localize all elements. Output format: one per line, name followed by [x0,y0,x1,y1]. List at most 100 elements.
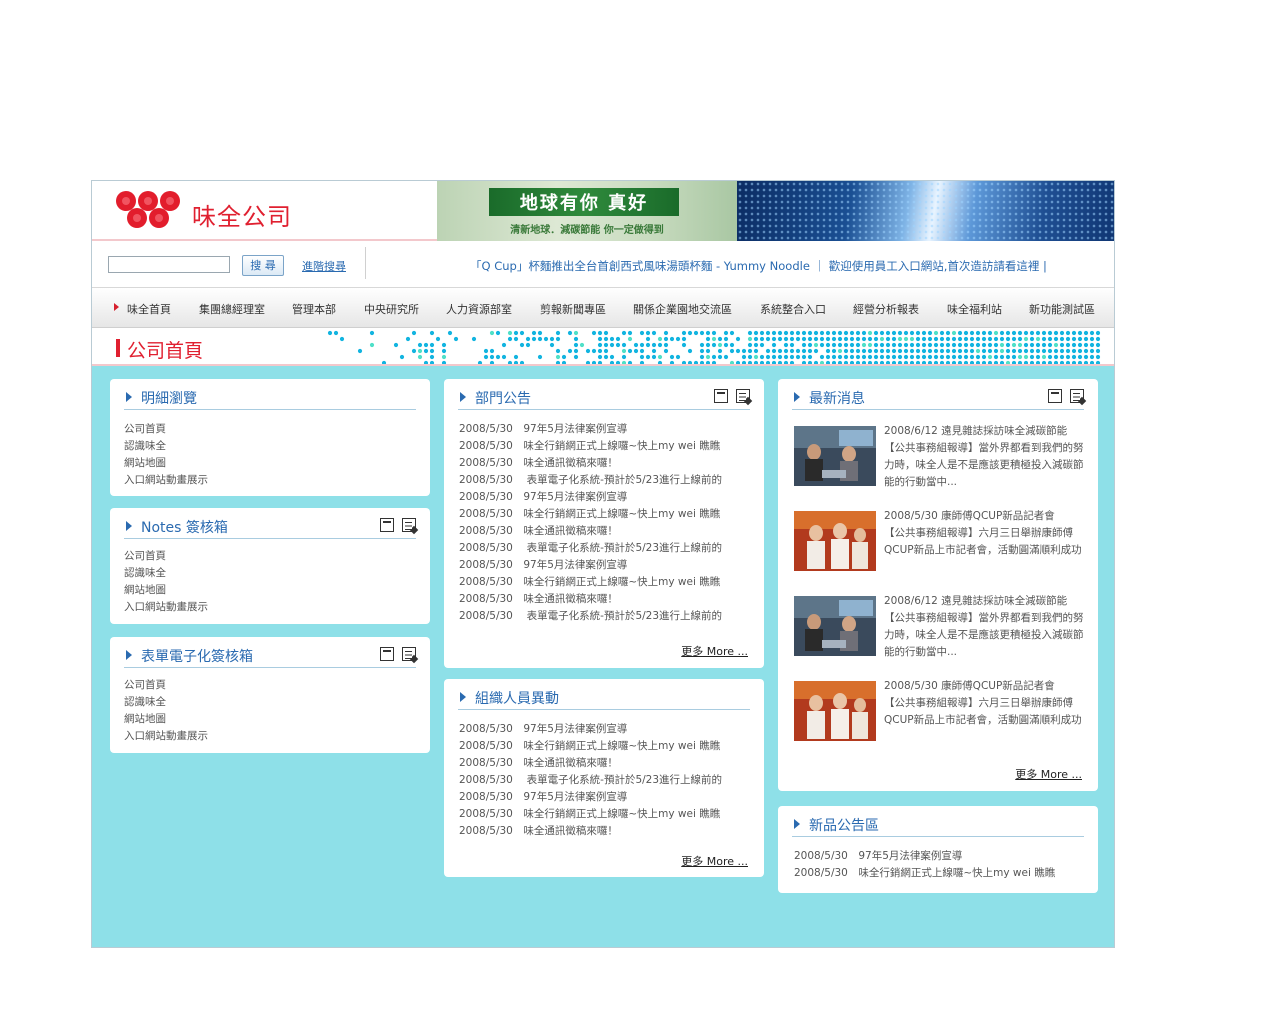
edit-icon[interactable] [1070,389,1084,403]
panel-header: 明細瀏覽 [124,387,416,410]
more-link[interactable]: 更多 More ... [1015,766,1082,782]
search-button[interactable]: 搜 尋 [242,255,284,276]
list-item[interactable]: 2008/5/30 97年5月法律案例宣導 [459,489,722,506]
list-item[interactable]: 2008/5/30 味全通訊徵稿來囉！ [459,591,722,608]
main-content: 明細瀏覽 公司首頁 認識味全 網站地圖 入口網站動畫展示 Notes 簽核箱 公… [92,366,1114,947]
notes-panel: Notes 簽核箱 公司首頁 認識味全 網站地圖 入口網站動畫展示 [110,508,430,624]
news-text: 2008/5/30 康師傅QCUP新品記者會 【公共事務組報導】六月三日舉辦康師… [884,678,1084,729]
header: 味全公司 地球有你 真好 清新地球．減碳節能 你一定做得到 [92,181,1114,241]
panel-title: 明細瀏覽 [141,391,197,407]
list-item[interactable]: 2008/5/30 味全通訊徵稿來囉！ [459,523,722,540]
panel-header: 組織人員異動 [458,687,750,710]
list-item[interactable]: 2008/5/30 表單電子化系統-預計於5/23進行上線前的 [459,472,722,489]
triangle-icon [794,392,800,402]
triangle-icon [460,692,466,702]
advanced-search-link[interactable]: 進階搜尋 [302,258,346,274]
list-item[interactable]: 認識味全 [124,694,208,711]
news-item[interactable]: 2008/5/30 康師傅QCUP新品記者會 【公共事務組報導】六月三日舉辦康師… [794,508,1084,586]
panel-title: 表單電子化簽核箱 [141,649,253,665]
list-item[interactable]: 2008/5/30 味全通訊徵稿來囉！ [459,455,722,472]
edit-icon[interactable] [736,389,750,403]
news-text: 2008/6/12 遠見雜誌採訪味全減碳節能 【公共事務組報導】當外界都看到我們… [884,423,1084,491]
nav-item-management[interactable]: 管理本部 [292,301,336,317]
dept-announcements-panel: 部門公告 2008/5/30 97年5月法律案例宣導 2008/5/30 味全行… [444,379,764,668]
search-bar: 搜 尋 進階搜尋 「Q Cup」杯麵推出全台首創西式風味湯頭杯麵 - Yummy… [92,241,1114,288]
latest-news-panel: 最新消息 2008/6/12 遠見雜誌採訪味全減碳節能 【公共事務組報導】當外界… [778,379,1098,791]
news-headline[interactable]: 2008/6/12 遠見雜誌採訪味全減碳節能 [884,593,1084,610]
news-photo[interactable] [794,681,876,741]
edit-icon[interactable] [402,647,416,661]
minimize-icon[interactable] [1048,389,1062,403]
nav-item-hr[interactable]: 人力資源部室 [446,301,512,317]
news-photo[interactable] [794,596,876,656]
list-item[interactable]: 2008/5/30 味全行銷網正式上線囉~快上my wei 瞧瞧 [459,738,722,755]
list-item[interactable]: 2008/5/30 97年5月法律案例宣導 [459,721,722,738]
list-item[interactable]: 2008/5/30 97年5月法律案例宣導 [459,557,722,574]
org-changes-panel: 組織人員異動 2008/5/30 97年5月法律案例宣導 2008/5/30 味… [444,679,764,877]
list-item[interactable]: 2008/5/30 味全行銷網正式上線囉~快上my wei 瞧瞧 [459,574,722,591]
dot-pattern-decoration [327,330,1101,364]
more-link[interactable]: 更多 More ... [681,853,748,869]
list-item[interactable]: 2008/5/30 味全行銷網正式上線囉~快上my wei 瞧瞧 [459,438,722,455]
list-item[interactable]: 認識味全 [124,438,208,455]
list-item[interactable]: 2008/5/30 97年5月法律案例宣導 [459,789,722,806]
news-body: 【公共事務組報導】當外界都看到我們的努力時，味全人是不是應該更積極投入減碳節能的… [884,442,1084,488]
news-text: 2008/6/12 遠見雜誌採訪味全減碳節能 【公共事務組報導】當外界都看到我們… [884,593,1084,661]
nav-item-clippings[interactable]: 剪報新聞專區 [540,301,606,317]
news-item[interactable]: 2008/5/30 康師傅QCUP新品記者會 【公共事務組報導】六月三日舉辦康師… [794,678,1084,756]
logo-text: 味全公司 [192,203,292,231]
nav-item-affiliates[interactable]: 關係企業園地交流區 [633,301,732,317]
list-item[interactable]: 2008/5/30 味全行銷網正式上線囉~快上my wei 瞧瞧 [459,506,722,523]
page-title: 公司首頁 [127,340,204,362]
list-item[interactable]: 網站地圖 [124,711,208,728]
link-list: 公司首頁 認識味全 網站地圖 入口網站動畫展示 [124,677,208,745]
news-item[interactable]: 2008/6/12 遠見雜誌採訪味全減碳節能 【公共事務組報導】當外界都看到我們… [794,423,1084,501]
list-item[interactable]: 2008/5/30 味全通訊徵稿來囉！ [459,823,722,840]
list-item[interactable]: 入口網站動畫展示 [124,472,208,489]
list-item[interactable]: 入口網站動畫展示 [124,728,208,745]
minimize-icon[interactable] [714,389,728,403]
list-item[interactable]: 2008/5/30 表單電子化系統-預計於5/23進行上線前的 [459,772,722,789]
nav-item-welfare[interactable]: 味全福利站 [947,301,1002,317]
panel-header: 表單電子化簽核箱 [124,645,416,668]
news-headline[interactable]: 2008/5/30 康師傅QCUP新品記者會 [884,508,1084,525]
nav-item-system-portal[interactable]: 系統整合入口 [760,301,826,317]
minimize-icon[interactable] [380,518,394,532]
list-item[interactable]: 2008/5/30 表單電子化系統-預計於5/23進行上線前的 [459,608,722,625]
list-item[interactable]: 2008/5/30 表單電子化系統-預計於5/23進行上線前的 [459,540,722,557]
nav-item-reports[interactable]: 經營分析報表 [853,301,919,317]
minimize-icon[interactable] [380,647,394,661]
list-item[interactable]: 入口網站動畫展示 [124,599,208,616]
news-headline[interactable]: 2008/6/12 遠見雜誌採訪味全減碳節能 [884,423,1084,440]
news-photo[interactable] [794,511,876,571]
nav-item-beta[interactable]: 新功能測試區 [1029,301,1095,317]
list-item[interactable]: 2008/5/30 97年5月法律案例宣導 [794,848,1055,865]
news-headline[interactable]: 2008/5/30 康師傅QCUP新品記者會 [884,678,1084,695]
list-item[interactable]: 公司首頁 [124,421,208,438]
list-item[interactable]: 2008/5/30 97年5月法律案例宣導 [459,421,722,438]
triangle-icon [126,392,132,402]
panel-header: 最新消息 [792,387,1084,410]
search-input[interactable] [108,256,230,273]
list-item[interactable]: 網站地圖 [124,582,208,599]
nav-item-gm-office[interactable]: 集團總經理室 [199,301,265,317]
list-item[interactable]: 公司首頁 [124,677,208,694]
list-item[interactable]: 公司首頁 [124,548,208,565]
campaign-banner[interactable]: 地球有你 真好 清新地球．減碳節能 你一定做得到 [437,181,737,241]
list-item[interactable]: 網站地圖 [124,455,208,472]
announcement-marquee[interactable]: 「Q Cup」杯麵推出全台首創西式風味湯頭杯麵 - Yummy Noodle ｜… [470,258,1047,274]
list-item[interactable]: 2008/5/30 味全行銷網正式上線囉~快上my wei 瞧瞧 [794,865,1055,882]
news-body: 【公共事務組報導】六月三日舉辦康師傅QCUP新品上市記者會，活動圓滿順利成功 [884,527,1082,556]
banner-title: 地球有你 真好 [519,193,649,214]
list-item[interactable]: 2008/5/30 味全通訊徵稿來囉！ [459,755,722,772]
edit-icon[interactable] [402,518,416,532]
news-photo[interactable] [794,426,876,486]
logo[interactable]: 味全公司 [92,181,437,241]
news-item[interactable]: 2008/6/12 遠見雜誌採訪味全減碳節能 【公共事務組報導】當外界都看到我們… [794,593,1084,671]
list-item[interactable]: 認識味全 [124,565,208,582]
list-item[interactable]: 2008/5/30 味全行銷網正式上線囉~快上my wei 瞧瞧 [459,806,722,823]
nav-item-home[interactable]: 味全首頁 [127,301,171,317]
nav-item-research[interactable]: 中央研究所 [364,301,419,317]
panel-title: 組織人員異動 [475,691,559,707]
more-link[interactable]: 更多 More ... [681,643,748,659]
